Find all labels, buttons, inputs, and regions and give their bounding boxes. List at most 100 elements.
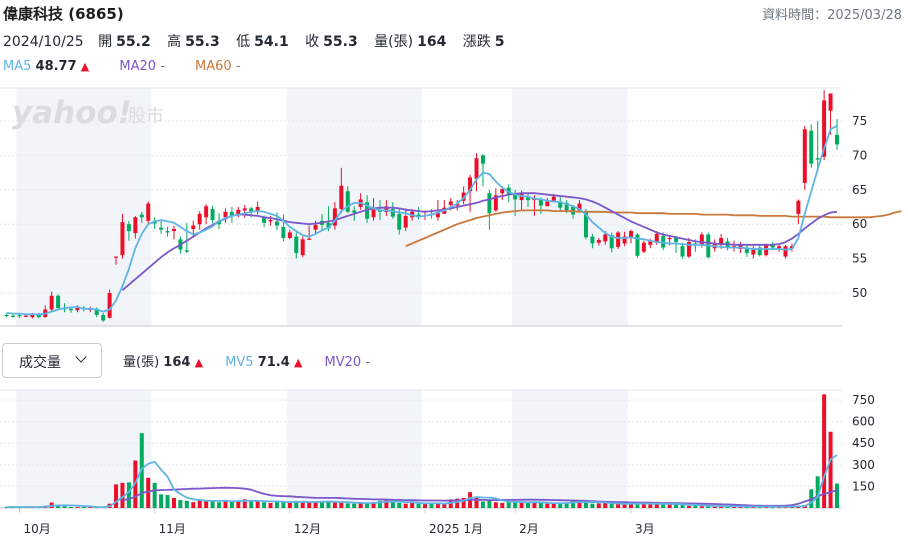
- date-axis: 10月 11月 12月 2025 1月 2月 3月: [18, 508, 655, 536]
- candle: [635, 233, 640, 258]
- candle: [165, 226, 170, 237]
- candle-body: [287, 232, 292, 238]
- volume-bar: [287, 502, 292, 508]
- candle: [468, 174, 473, 212]
- candle-body: [545, 201, 550, 207]
- volume-bar: [429, 503, 434, 508]
- price-tick-label: 65: [852, 183, 867, 197]
- candle: [223, 208, 228, 223]
- date-tick-label: 10月: [23, 522, 50, 536]
- volume-tick-label: 600: [852, 415, 875, 429]
- volume-bar: [500, 502, 505, 508]
- volume-tick-label: 300: [852, 458, 875, 472]
- candle-body: [255, 207, 260, 211]
- volume-bar: [622, 504, 627, 508]
- candle-body: [242, 208, 247, 211]
- candle-body: [699, 234, 704, 245]
- volume-bar: [262, 502, 267, 508]
- candle: [744, 244, 749, 258]
- candle: [802, 125, 807, 190]
- candle-body: [307, 238, 312, 240]
- volume-bar: [332, 502, 337, 508]
- volume-bar: [519, 502, 524, 508]
- candle-body: [783, 246, 788, 257]
- volume-tick-label: 750: [852, 393, 875, 407]
- volume-bar: [699, 506, 704, 508]
- volume-bar: [403, 503, 408, 508]
- candle-body: [197, 213, 202, 225]
- date-tick-label: 12月: [294, 522, 321, 536]
- candle: [197, 211, 202, 230]
- candle-body: [114, 256, 119, 258]
- volume-bar: [493, 502, 498, 508]
- candle-body: [274, 221, 279, 226]
- candle-body: [500, 189, 505, 194]
- volume-bar: [178, 500, 183, 508]
- candle-body: [596, 240, 601, 243]
- candle-body: [751, 249, 756, 255]
- volume-tick-label: 150: [852, 479, 875, 493]
- volume-bar: [365, 503, 370, 508]
- volume-bar: [474, 497, 479, 508]
- candle-body: [448, 201, 453, 205]
- price-tick-label: 50: [852, 286, 867, 300]
- candle: [487, 189, 492, 230]
- volume-bar: [596, 503, 601, 508]
- volume-bar: [545, 503, 550, 508]
- price-tick-label: 70: [852, 148, 867, 162]
- candle: [281, 214, 286, 242]
- candle-body: [345, 191, 350, 212]
- watermark-sub: 股市: [128, 106, 164, 127]
- candle: [184, 222, 189, 254]
- candle-body: [828, 93, 833, 111]
- stock-chart[interactable]: yahoo! 股市 50 55 60 65 70 75 150 300 450 600 750 1…: [0, 0, 908, 547]
- volume-bar: [590, 503, 595, 508]
- volume-bar: [480, 501, 485, 508]
- volume-bar: [268, 502, 273, 508]
- candle: [11, 314, 16, 318]
- candle-body: [339, 185, 344, 210]
- candle: [493, 188, 498, 212]
- candle-body: [17, 314, 22, 317]
- candle: [835, 118, 839, 150]
- volume-bar: [204, 501, 209, 508]
- candle-body: [146, 203, 151, 221]
- candle-body: [815, 158, 820, 160]
- volume-bar: [191, 502, 196, 508]
- candle: [480, 154, 485, 187]
- volume-bar: [274, 501, 279, 508]
- volume-bar: [229, 501, 234, 508]
- candle-body: [674, 237, 679, 243]
- candle-body: [641, 242, 646, 252]
- candle-body: [126, 224, 131, 232]
- candle-body: [802, 129, 807, 183]
- candle-body: [603, 234, 608, 242]
- volume-bar: [526, 502, 531, 508]
- candle: [442, 200, 447, 214]
- volume-bar: [339, 502, 344, 508]
- candle-body: [352, 210, 357, 213]
- candle-body: [204, 206, 209, 218]
- volume-bar: [210, 501, 215, 508]
- volume-month-bands: [16, 390, 628, 508]
- volume-bar: [616, 503, 621, 508]
- candle: [783, 244, 788, 259]
- volume-bar: [300, 501, 305, 508]
- volume-bar: [686, 505, 691, 508]
- candle: [757, 245, 762, 257]
- candle-body: [590, 236, 595, 244]
- candle-body: [667, 237, 672, 240]
- volume-bar: [513, 502, 518, 508]
- candle: [641, 240, 646, 254]
- candle-body: [171, 229, 176, 232]
- candle-body: [101, 314, 106, 321]
- candle-body: [474, 158, 479, 179]
- candle-body: [107, 292, 112, 318]
- candle-body: [68, 308, 73, 311]
- volume-bar: [352, 503, 357, 508]
- volume-bar: [75, 507, 80, 508]
- volume-bar: [551, 503, 556, 508]
- volume-bar: [603, 502, 608, 508]
- date-tick-label: 11月: [159, 522, 186, 536]
- candle-body: [680, 246, 685, 257]
